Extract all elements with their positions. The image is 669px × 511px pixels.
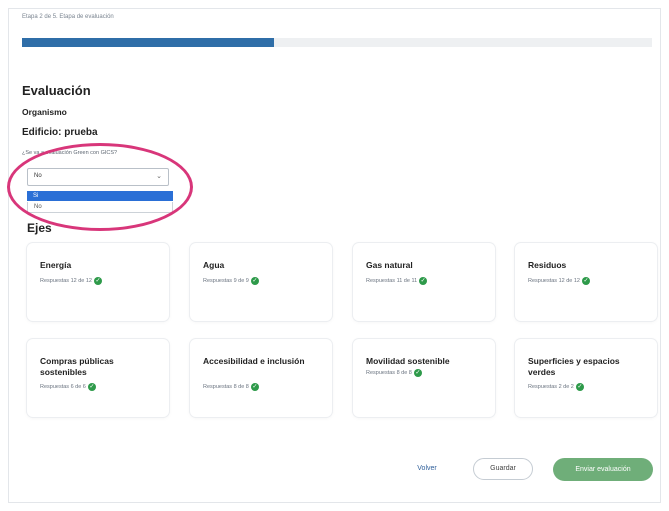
eje-card-responses-text: Respuestas 9 de 9 xyxy=(203,278,249,284)
ejes-heading: Ejes xyxy=(27,221,52,235)
eje-card-name: Movilidad sostenible xyxy=(366,356,450,366)
volver-button[interactable]: Volver xyxy=(408,459,446,479)
eje-card-responses: Respuestas 11 de 11 ✓ xyxy=(366,277,428,285)
eje-card-responses: Respuestas 6 de 6 ✓ xyxy=(40,383,96,391)
eje-card-residuos[interactable]: Residuos Respuestas 12 de 12 ✓ xyxy=(515,243,657,321)
eje-card-name: Energía xyxy=(40,260,72,270)
highlight-circle xyxy=(7,143,193,231)
eje-card-energia[interactable]: Energía Respuestas 12 de 12 ✓ xyxy=(27,243,169,321)
eje-card-gas-natural[interactable]: Gas natural Respuestas 11 de 11 ✓ xyxy=(353,243,495,321)
check-icon: ✓ xyxy=(87,383,96,391)
eje-card-responses-text: Respuestas 2 de 2 xyxy=(528,384,574,390)
check-icon: ✓ xyxy=(93,277,102,285)
eje-card-name: Residuos xyxy=(528,260,567,270)
eje-card-responses-text: Respuestas 6 de 6 xyxy=(40,384,86,390)
eje-card-responses-text: Respuestas 8 de 8 xyxy=(366,370,412,376)
enviar-evaluacion-button[interactable]: Enviar evaluación xyxy=(553,458,653,481)
organismo-label: Organismo xyxy=(22,107,67,117)
progress-bar xyxy=(22,38,652,47)
eje-card-name: Compras públicas sostenibles xyxy=(40,356,114,377)
eje-card-responses: Respuestas 12 de 12 ✓ xyxy=(40,277,102,285)
eje-card-responses: Respuestas 2 de 2 ✓ xyxy=(528,383,584,391)
page-title: Evaluación xyxy=(22,83,91,98)
eje-card-responses-text: Respuestas 8 de 8 xyxy=(203,384,249,390)
eje-card-responses: Respuestas 12 de 12 ✓ xyxy=(528,277,590,285)
edificio-label: Edificio: prueba xyxy=(22,127,98,138)
eje-card-responses: Respuestas 8 de 8 ✓ xyxy=(203,383,259,391)
eje-card-responses-text: Respuestas 12 de 12 xyxy=(528,278,580,284)
step-label: Etapa 2 de 5. Etapa de evaluación xyxy=(22,14,114,20)
eje-card-compras-publicas[interactable]: Compras públicas sostenibles Respuestas … xyxy=(27,339,169,417)
progress-fill xyxy=(22,38,274,47)
eje-card-agua[interactable]: Agua Respuestas 9 de 9 ✓ xyxy=(190,243,332,321)
eje-card-responses: Respuestas 9 de 9 ✓ xyxy=(203,277,259,285)
eje-card-name: Accesibilidad e inclusión xyxy=(203,356,305,366)
check-icon: ✓ xyxy=(413,369,422,377)
eje-card-movilidad[interactable]: Movilidad sostenible Respuestas 8 de 8 ✓ xyxy=(353,339,495,417)
check-icon: ✓ xyxy=(250,277,259,285)
check-icon: ✓ xyxy=(250,383,259,391)
eje-card-responses: Respuestas 8 de 8 ✓ xyxy=(366,369,422,377)
eje-card-superficies[interactable]: Superficies y espacios verdes Respuestas… xyxy=(515,339,657,417)
eje-card-name: Gas natural xyxy=(366,260,413,270)
check-icon: ✓ xyxy=(581,277,590,285)
check-icon: ✓ xyxy=(575,383,584,391)
eje-card-name: Superficies y espacios verdes xyxy=(528,356,620,377)
check-icon: ✓ xyxy=(419,277,428,285)
eje-card-accesibilidad[interactable]: Accesibilidad e inclusión Respuestas 8 d… xyxy=(190,339,332,417)
eje-card-name: Agua xyxy=(203,260,225,270)
guardar-button[interactable]: Guardar xyxy=(473,458,533,480)
eje-card-responses-text: Respuestas 12 de 12 xyxy=(40,278,92,284)
eje-card-responses-text: Respuestas 11 de 11 xyxy=(366,278,418,284)
